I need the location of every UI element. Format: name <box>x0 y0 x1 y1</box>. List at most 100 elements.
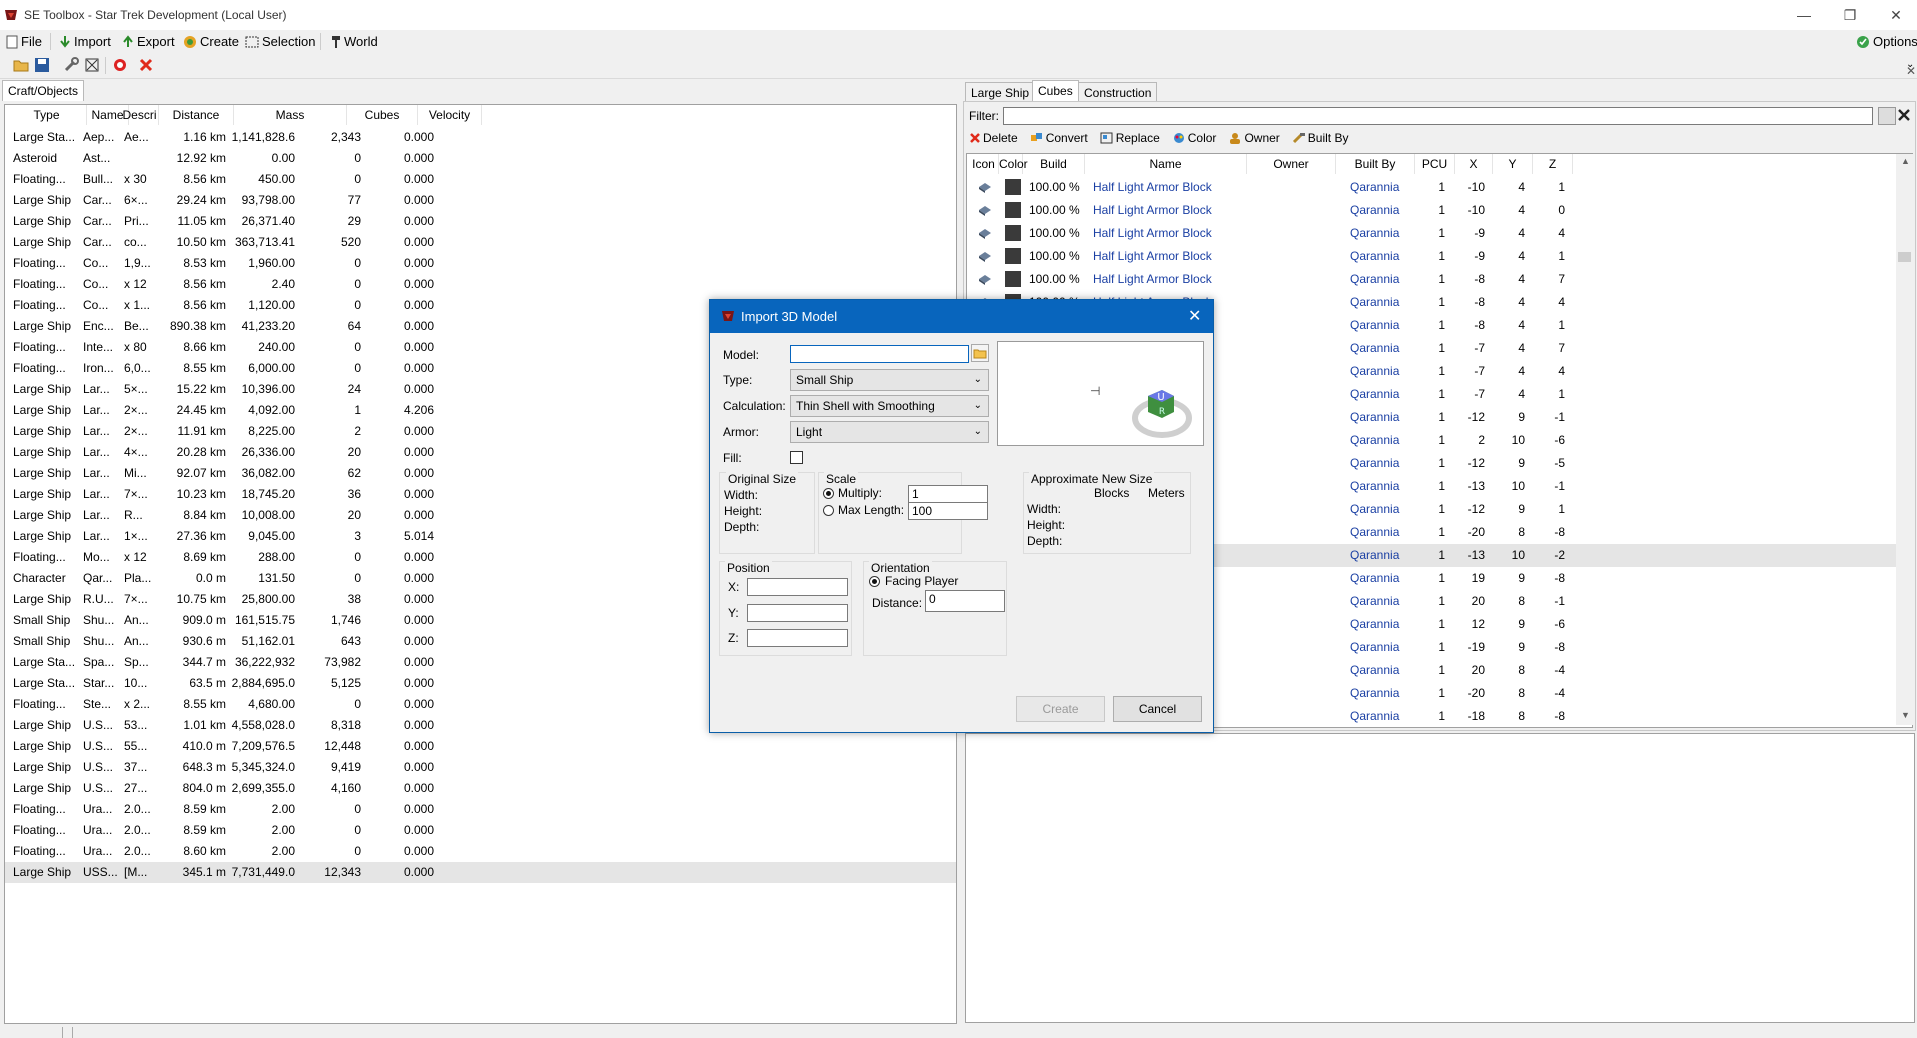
cube-row[interactable]: 100.00 % Half Light Armor Block Qarannia 1 -… <box>967 222 1912 245</box>
owner-button[interactable]: Owner <box>1228 131 1280 145</box>
table-row[interactable]: Floating... Co... x 12 8.56 km 2.40 0 0.000 <box>5 274 956 295</box>
table-cell: Half Light Armor Block <box>1093 249 1212 263</box>
filter-input[interactable] <box>1003 107 1873 125</box>
position-y-input[interactable] <box>747 604 848 622</box>
menu-file[interactable]: File <box>6 34 42 49</box>
filter-options-icon[interactable] <box>1878 107 1896 125</box>
cube-row[interactable]: 100.00 % Half Light Armor Block Qarannia 1 -… <box>967 245 1912 268</box>
save-icon[interactable] <box>34 57 50 73</box>
table-cell: 12,448 <box>324 739 361 753</box>
tab-large-ship[interactable]: Large Ship <box>965 82 1036 103</box>
table-cell: 0 <box>354 697 361 711</box>
table-row[interactable]: Floating... Ura... 2.0... 8.59 km 2.00 0 0.000 <box>5 820 956 841</box>
wrench-icon[interactable] <box>63 57 79 73</box>
column-header[interactable]: Y <box>1493 154 1533 174</box>
table-cell: Qarannia <box>1350 663 1400 677</box>
table-row[interactable]: Large Sta... Aep... Ae... 1.16 km 1,141,828.… <box>5 127 956 148</box>
column-header[interactable]: Name <box>1085 154 1247 174</box>
convert-button[interactable]: Convert <box>1030 131 1088 145</box>
restore-button[interactable]: ❐ <box>1827 0 1873 30</box>
multiply-radio[interactable] <box>823 488 834 499</box>
multiply-input[interactable]: 1 <box>908 485 988 503</box>
tab-craft-objects[interactable]: Craft/Objects <box>2 80 85 101</box>
table-cell: 1 <box>1438 525 1445 539</box>
column-header[interactable]: Z <box>1533 154 1573 174</box>
fullscreen-icon[interactable] <box>84 57 100 73</box>
table-row[interactable]: Floating... Co... 1,9... 8.53 km 1,960.00 0 0.… <box>5 253 956 274</box>
cube-row[interactable]: 100.00 % Half Light Armor Block Qarannia 1 -… <box>967 199 1912 222</box>
table-row[interactable]: Large Ship U.S... 27... 804.0 m 2,699,355.0 4… <box>5 778 956 799</box>
menu-import[interactable]: Import <box>59 34 111 49</box>
column-header[interactable]: Mass <box>234 105 347 125</box>
type-select[interactable]: Small Ship ⌄ <box>790 369 989 391</box>
menu-create[interactable]: Create <box>183 34 239 49</box>
fill-checkbox[interactable] <box>790 451 803 464</box>
scrollbar-thumb[interactable] <box>1898 252 1911 262</box>
delete-button[interactable]: Delete <box>969 131 1018 145</box>
table-cell: 1 <box>1558 249 1565 263</box>
tab-construction[interactable]: Construction <box>1078 82 1158 103</box>
color-button[interactable]: Color <box>1172 131 1216 145</box>
column-header[interactable]: Velocity <box>418 105 482 125</box>
table-row[interactable]: Floating... Ura... 2.0... 8.59 km 2.00 0 0.000 <box>5 799 956 820</box>
calculation-select[interactable]: Thin Shell with Smoothing ⌄ <box>790 395 989 417</box>
table-cell: Spa... <box>83 655 115 669</box>
delete-red-icon[interactable] <box>138 57 154 73</box>
table-row[interactable]: Large Ship Car... co... 10.50 km 363,713.41 5… <box>5 232 956 253</box>
menu-options[interactable]: Options <box>1856 34 1917 49</box>
column-header[interactable]: PCU <box>1415 154 1455 174</box>
open-folder-icon[interactable] <box>13 57 29 73</box>
cube-row[interactable]: 100.00 % Half Light Armor Block Qarannia 1 -… <box>967 268 1912 291</box>
table-cell: 4 <box>1558 364 1565 378</box>
column-header[interactable]: Built By <box>1336 154 1415 174</box>
table-cell: -10 <box>1467 180 1485 194</box>
create-button[interactable]: Create <box>1016 696 1105 722</box>
column-header[interactable]: Type <box>7 105 87 125</box>
replace-button[interactable]: Replace <box>1100 131 1160 145</box>
table-row[interactable]: Asteroid Ast... 12.92 km 0.00 0 0.000 <box>5 148 956 169</box>
column-header[interactable]: Owner <box>1247 154 1336 174</box>
table-row[interactable]: Large Ship Car... Pri... 11.05 km 26,371.40 2… <box>5 211 956 232</box>
table-cell: 6,000.00 <box>248 361 295 375</box>
clear-filter-icon[interactable] <box>1896 107 1912 123</box>
model-preview[interactable]: ⊣ U R <box>997 341 1204 446</box>
column-header[interactable]: Color <box>999 154 1028 174</box>
column-header[interactable]: Distance <box>159 105 234 125</box>
tab-cubes[interactable]: Cubes <box>1032 80 1079 103</box>
browse-folder-icon[interactable] <box>971 344 989 362</box>
built-by-button[interactable]: Built By <box>1292 131 1348 145</box>
position-z-input[interactable] <box>747 629 848 647</box>
cancel-button[interactable]: Cancel <box>1113 696 1202 722</box>
table-row[interactable]: Large Ship U.S... 37... 648.3 m 5,345,324.0 9… <box>5 757 956 778</box>
armor-select[interactable]: Light ⌄ <box>790 421 989 443</box>
facing-player-radio[interactable] <box>869 576 880 587</box>
panel-close-icon[interactable]: ✕ <box>1906 64 1916 78</box>
menu-selection[interactable]: Selection <box>245 34 315 49</box>
cube-row[interactable]: 100.00 % Half Light Armor Block Qarannia 1 -… <box>967 176 1912 199</box>
menu-world[interactable]: World <box>331 34 378 49</box>
max-length-input[interactable]: 100 <box>908 502 988 520</box>
power-icon[interactable] <box>112 57 128 73</box>
column-header[interactable]: Descri <box>121 105 159 125</box>
model-input[interactable] <box>790 345 969 363</box>
table-row[interactable]: Large Ship USS... [M... 345.1 m 7,731,449.0 1… <box>5 862 956 883</box>
menu-export[interactable]: Export <box>122 34 175 49</box>
column-header[interactable]: Build <box>1023 154 1085 174</box>
column-header[interactable]: Cubes <box>347 105 418 125</box>
close-window-button[interactable]: ✕ <box>1873 0 1917 30</box>
position-x-input[interactable] <box>747 578 848 596</box>
cubes-scrollbar[interactable]: ▲ ▼ <box>1896 154 1913 725</box>
table-row[interactable]: Floating... Ura... 2.0... 8.60 km 2.00 0 0.000 <box>5 841 956 862</box>
column-header[interactable]: Icon <box>969 154 999 174</box>
table-row[interactable]: Large Ship Car... 6×... 29.24 km 93,798.00 77… <box>5 190 956 211</box>
max-length-radio[interactable] <box>823 505 834 516</box>
scroll-down-icon[interactable]: ▼ <box>1901 710 1910 720</box>
scroll-up-icon[interactable]: ▲ <box>1901 156 1910 166</box>
minimize-button[interactable]: — <box>1781 0 1827 30</box>
distance-input[interactable]: 0 <box>925 590 1005 612</box>
table-row[interactable]: Floating... Bull... x 30 8.56 km 450.00 0 0.00… <box>5 169 956 190</box>
table-cell: 20 <box>1471 594 1485 608</box>
dialog-close-button[interactable]: ✕ <box>1188 306 1201 326</box>
table-row[interactable]: Large Ship U.S... 55... 410.0 m 7,209,576.5 1… <box>5 736 956 757</box>
column-header[interactable]: X <box>1455 154 1493 174</box>
